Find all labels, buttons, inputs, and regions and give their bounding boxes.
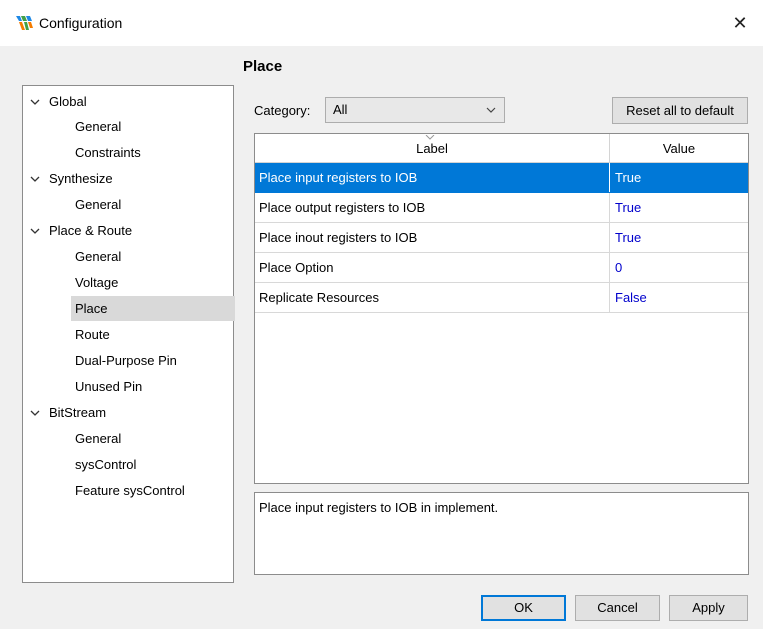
tree-group-global[interactable]: Global [23, 89, 87, 114]
description-box: Place input registers to IOB in implemen… [254, 492, 749, 575]
tree-item-label: sysControl [75, 457, 137, 472]
tree-group-place-route[interactable]: Place & Route [23, 218, 132, 243]
tree-item-label: Voltage [75, 275, 119, 290]
tree-item-label: Feature sysControl [75, 483, 185, 498]
table-row[interactable]: Replicate Resources False [255, 283, 748, 313]
tree-item-pr-unused-pin[interactable]: Unused Pin [71, 374, 235, 399]
chevron-down-icon [486, 107, 496, 113]
tree-item-label: Place [75, 301, 108, 316]
page-title: Place [243, 58, 283, 75]
tree-group-label: Synthesize [49, 171, 113, 186]
tree-item-label: Dual-Purpose Pin [75, 353, 177, 368]
row-label: Replicate Resources [255, 283, 610, 312]
row-label: Place output registers to IOB [255, 193, 610, 222]
tree-group-bitstream[interactable]: BitStream [23, 400, 106, 425]
tree-item-pr-place[interactable]: Place [71, 296, 235, 321]
tree-item-pr-route[interactable]: Route [71, 322, 235, 347]
table-row[interactable]: Place input registers to IOB True [255, 163, 748, 193]
close-button[interactable]: ✕ [717, 0, 763, 46]
tree-group-label: Place & Route [49, 223, 133, 238]
cancel-button[interactable]: Cancel [575, 595, 660, 621]
column-header-text: Value [662, 141, 696, 156]
tree-item-pr-general[interactable]: General [71, 244, 235, 269]
chevron-down-icon[interactable] [29, 96, 41, 108]
tree-item-global-constraints[interactable]: Constraints [71, 140, 235, 165]
window-title: Configuration [39, 15, 123, 31]
sort-indicator-icon [425, 135, 435, 140]
tree-item-bitstream-feature-syscontrol[interactable]: Feature sysControl [71, 478, 235, 503]
row-value[interactable]: False [610, 283, 748, 312]
row-label: Place input registers to IOB [255, 163, 610, 192]
tree-item-label: Route [75, 327, 110, 342]
column-header-text: Label [416, 141, 448, 156]
description-text: Place input registers to IOB in implemen… [259, 500, 499, 515]
category-label: Category: [254, 103, 311, 118]
navigation-tree[interactable]: Global General Constraints Synthesize Ge… [22, 85, 235, 583]
close-icon: ✕ [732, 12, 748, 33]
tree-item-label: General [75, 119, 122, 134]
tree-group-label: BitStream [49, 405, 107, 420]
tree-item-global-general[interactable]: General [71, 114, 235, 139]
tree-item-bitstream-general[interactable]: General [71, 426, 235, 451]
properties-table[interactable]: Label Value Place input registers to IOB… [254, 133, 749, 484]
chevron-down-icon[interactable] [29, 173, 41, 185]
title-bar: Configuration ✕ [0, 0, 763, 46]
table-header: Label Value [255, 134, 748, 163]
row-value[interactable]: True [610, 193, 748, 222]
category-select[interactable]: All [325, 97, 505, 123]
chevron-down-icon[interactable] [29, 407, 41, 419]
tree-group-label: Global [49, 94, 87, 109]
tree-item-label: Unused Pin [75, 379, 143, 394]
ok-button[interactable]: OK [481, 595, 566, 621]
tree-item-pr-dual-purpose-pin[interactable]: Dual-Purpose Pin [71, 348, 235, 373]
tree-item-label: Constraints [75, 145, 141, 160]
chevron-down-icon[interactable] [29, 225, 41, 237]
row-value[interactable]: 0 [610, 253, 748, 282]
row-label: Place Option [255, 253, 610, 282]
row-label: Place inout registers to IOB [255, 223, 610, 252]
table-row[interactable]: Place Option 0 [255, 253, 748, 283]
tree-item-label: General [75, 249, 122, 264]
tree-item-synthesize-general[interactable]: General [71, 192, 235, 217]
table-row[interactable]: Place output registers to IOB True [255, 193, 748, 223]
tree-item-label: General [75, 197, 122, 212]
apply-button[interactable]: Apply [669, 595, 748, 621]
row-value[interactable]: True [610, 163, 748, 192]
reset-all-button[interactable]: Reset all to default [612, 97, 748, 124]
app-logo-icon [16, 16, 33, 30]
column-header-value[interactable]: Value [610, 134, 748, 162]
row-value[interactable]: True [610, 223, 748, 252]
tree-group-synthesize[interactable]: Synthesize [23, 166, 113, 191]
category-selected-value: All [333, 102, 348, 117]
column-header-label[interactable]: Label [255, 134, 610, 162]
table-row[interactable]: Place inout registers to IOB True [255, 223, 748, 253]
tree-item-pr-voltage[interactable]: Voltage [71, 270, 235, 295]
tree-item-bitstream-syscontrol[interactable]: sysControl [71, 452, 235, 477]
tree-item-label: General [75, 431, 122, 446]
